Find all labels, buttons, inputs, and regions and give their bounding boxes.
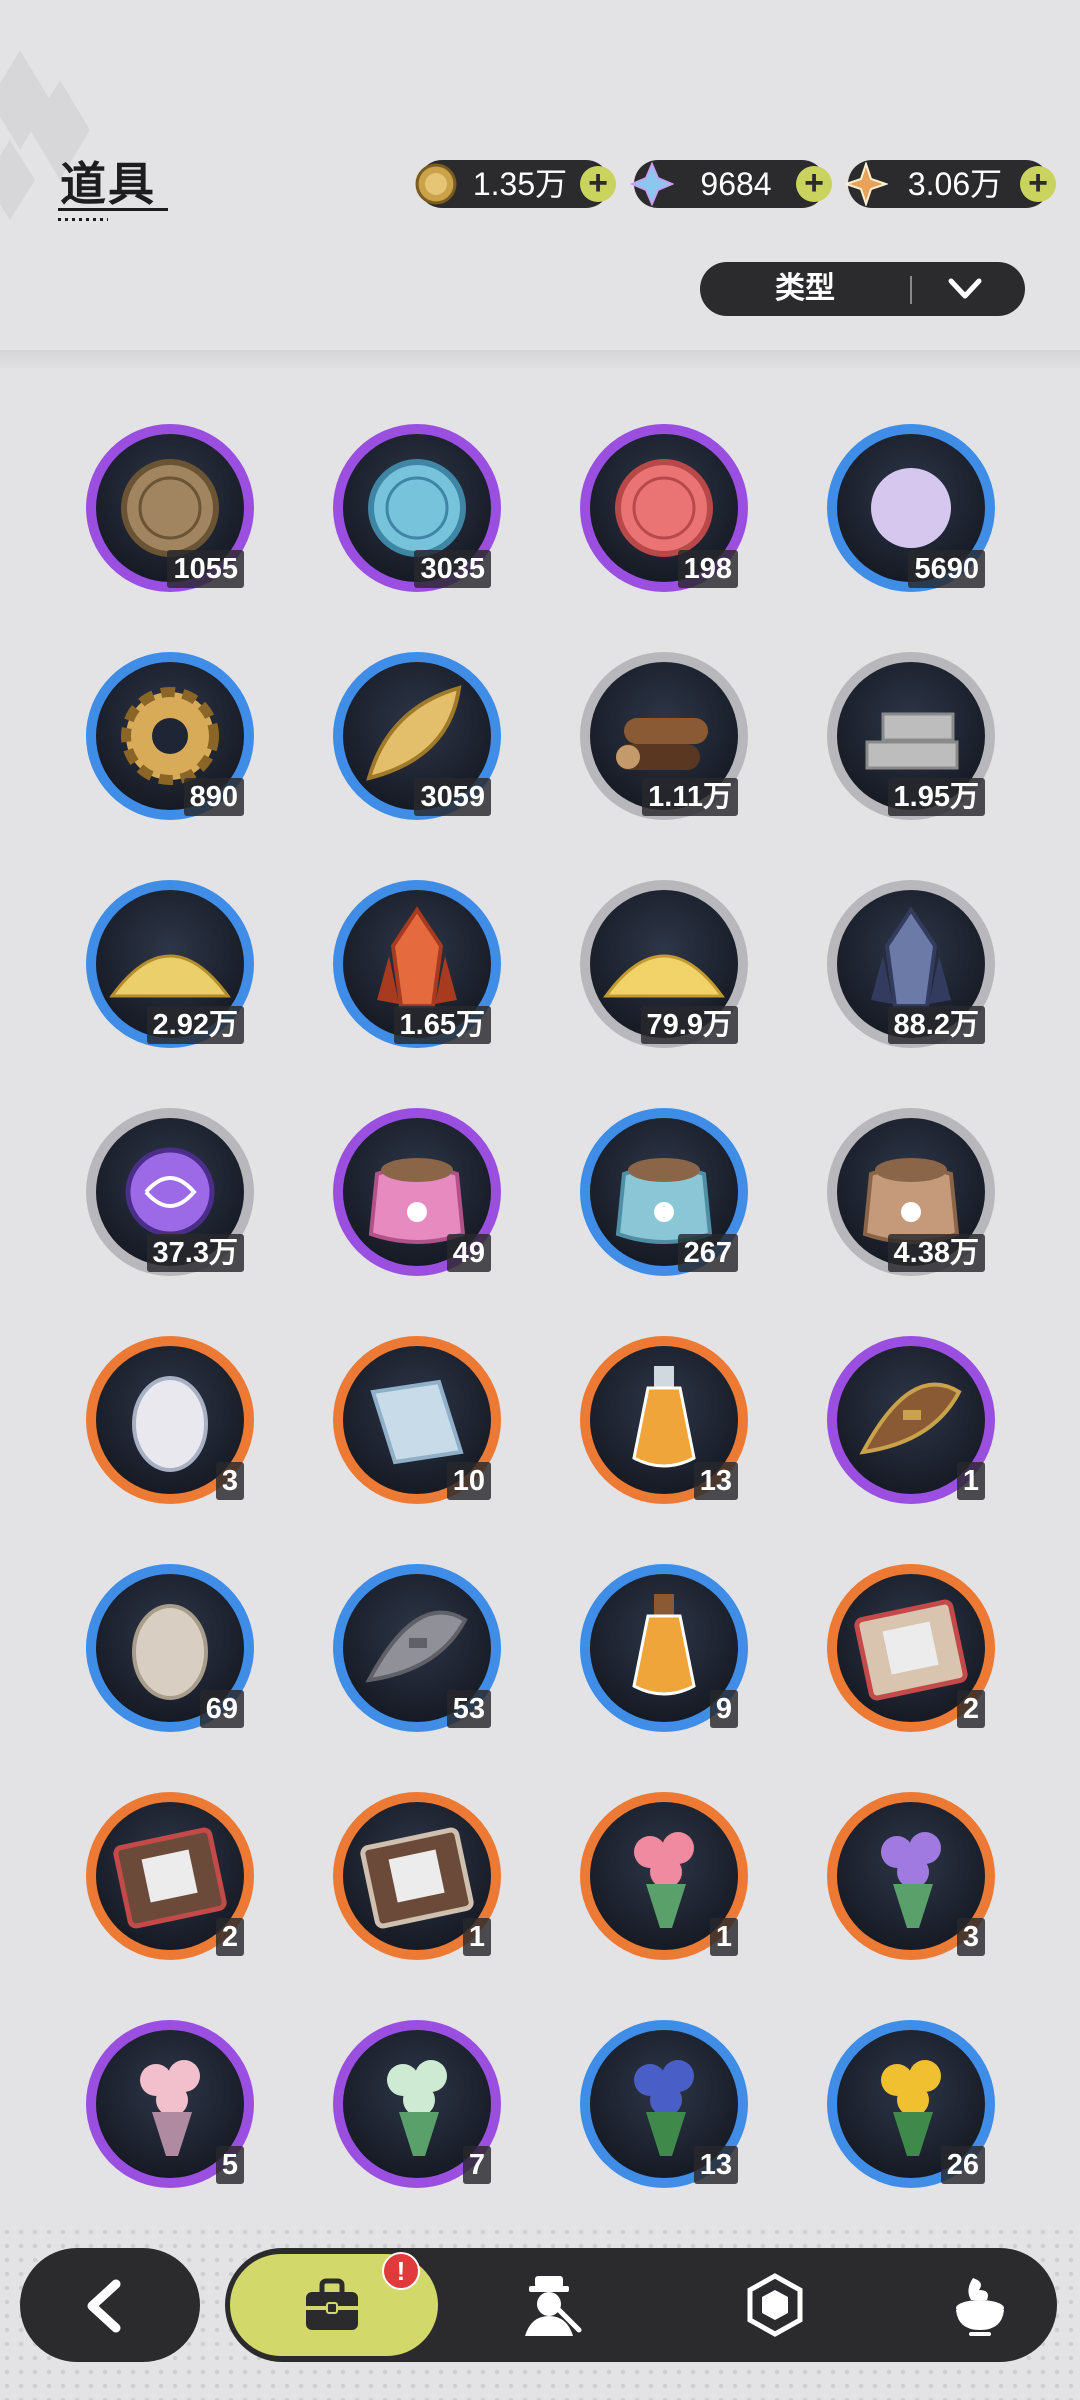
inventory-item[interactable]: 26 <box>823 2016 999 2192</box>
inventory-item[interactable]: 7 <box>329 2016 505 2192</box>
inventory-item[interactable]: 2.92万 <box>82 876 258 1052</box>
item-count: 3 <box>956 1918 985 1956</box>
item-count: 5690 <box>908 550 985 588</box>
item-count: 2 <box>215 1918 244 1956</box>
inventory-item[interactable]: 3059 <box>329 648 505 824</box>
character-icon <box>525 2276 582 2336</box>
add-star-gem-button[interactable]: + <box>1020 166 1056 202</box>
item-count: 1.95万 <box>887 778 985 816</box>
currency-star-gem: 3.06万 + <box>844 160 1056 208</box>
inventory-item[interactable]: 13 <box>576 1332 752 1508</box>
item-count: 890 <box>183 778 244 816</box>
inventory-item[interactable]: 4.38万 <box>823 1104 999 1280</box>
item-count: 13 <box>693 2146 738 2184</box>
inventory-item[interactable]: 10 <box>329 1332 505 1508</box>
title-underline <box>58 208 168 211</box>
inventory-item[interactable]: 2 <box>82 1788 258 1964</box>
item-count: 26 <box>940 2146 985 2184</box>
inventory-item[interactable]: 5690 <box>823 420 999 596</box>
inventory-item[interactable]: 1.65万 <box>329 876 505 1052</box>
star-gem-value: 3.06万 <box>907 166 1003 202</box>
item-count: 37.3万 <box>146 1234 244 1272</box>
inventory-item[interactable]: 9 <box>576 1560 752 1736</box>
item-count: 267 <box>677 1234 738 1272</box>
item-count: 2 <box>956 1690 985 1728</box>
tab-characters[interactable] <box>495 2258 605 2352</box>
item-count: 198 <box>677 550 738 588</box>
gem-icon <box>747 2273 803 2337</box>
item-count: 1.65万 <box>393 1006 491 1044</box>
inventory-item[interactable]: 1 <box>576 1788 752 1964</box>
inventory-item[interactable]: 3035 <box>329 420 505 596</box>
title-dots <box>58 218 108 221</box>
inventory-item[interactable]: 3 <box>82 1332 258 1508</box>
filter-label: 类型 <box>775 272 835 305</box>
gold-coin-icon <box>415 163 457 205</box>
add-crystal-button[interactable]: + <box>796 166 832 202</box>
inventory-item[interactable]: 1.95万 <box>823 648 999 824</box>
item-count: 13 <box>693 1462 738 1500</box>
inventory-item[interactable]: 1055 <box>82 420 258 596</box>
notification-badge: ! <box>382 2252 420 2290</box>
inventory-item[interactable]: 1 <box>823 1332 999 1508</box>
crystal-value: 9684 <box>700 166 772 202</box>
inventory-item[interactable]: 49 <box>329 1104 505 1280</box>
type-filter-dropdown[interactable]: 类型 <box>700 262 1025 316</box>
item-count: 3035 <box>414 550 491 588</box>
item-count: 3059 <box>414 778 491 816</box>
food-icon <box>956 2278 1004 2336</box>
inventory-item[interactable]: 198 <box>576 420 752 596</box>
inventory-item[interactable]: 53 <box>329 1560 505 1736</box>
tab-food[interactable] <box>925 2258 1035 2352</box>
item-count: 1.11万 <box>642 778 738 816</box>
item-count: 49 <box>446 1234 491 1272</box>
item-count: 3 <box>215 1462 244 1500</box>
item-count: 1 <box>956 1462 985 1500</box>
back-arrow-icon <box>87 2279 121 2333</box>
inventory-item[interactable]: 890 <box>82 648 258 824</box>
item-grid: 1055 3035 198 5690 890 3059 1.11万 1.95万 … <box>0 355 1080 2220</box>
currency-gold: 1.35万 + <box>415 160 616 208</box>
item-count: 53 <box>446 1690 491 1728</box>
crystal-icon <box>630 162 674 206</box>
bottom-nav <box>20 2248 1060 2368</box>
inventory-item[interactable]: 1 <box>329 1788 505 1964</box>
item-count: 1055 <box>167 550 244 588</box>
item-count: 88.2万 <box>887 1006 985 1044</box>
star-gem-icon <box>844 162 888 206</box>
item-count: 9 <box>709 1690 738 1728</box>
bag-icon <box>306 2278 358 2330</box>
chevron-down-icon <box>948 278 982 299</box>
inventory-item[interactable]: 13 <box>576 2016 752 2192</box>
item-count: 5 <box>215 2146 244 2184</box>
inventory-item[interactable]: 2 <box>823 1560 999 1736</box>
filter-divider <box>910 276 912 304</box>
inventory-item[interactable]: 1.11万 <box>576 648 752 824</box>
inventory-item[interactable]: 5 <box>82 2016 258 2192</box>
item-count: 69 <box>199 1690 244 1728</box>
inventory-item[interactable]: 88.2万 <box>823 876 999 1052</box>
item-count: 2.92万 <box>146 1006 244 1044</box>
inventory-item[interactable]: 267 <box>576 1104 752 1280</box>
tab-gems[interactable] <box>720 2258 830 2352</box>
item-count: 4.38万 <box>887 1234 985 1272</box>
item-count: 1 <box>709 1918 738 1956</box>
add-gold-button[interactable]: + <box>580 166 616 202</box>
inventory-item[interactable]: 79.9万 <box>576 876 752 1052</box>
back-button[interactable] <box>20 2248 200 2362</box>
inventory-item[interactable]: 69 <box>82 1560 258 1736</box>
item-count: 7 <box>462 2146 491 2184</box>
currency-crystal: 9684 + <box>630 160 832 208</box>
inventory-item[interactable]: 37.3万 <box>82 1104 258 1280</box>
item-count: 79.9万 <box>640 1006 738 1044</box>
page-title: 道具 <box>60 158 156 210</box>
inventory-item[interactable]: 3 <box>823 1788 999 1964</box>
gold-value: 1.35万 <box>472 166 568 202</box>
item-count: 10 <box>446 1462 491 1500</box>
grid-top-shadow <box>0 350 1080 370</box>
item-count: 1 <box>462 1918 491 1956</box>
